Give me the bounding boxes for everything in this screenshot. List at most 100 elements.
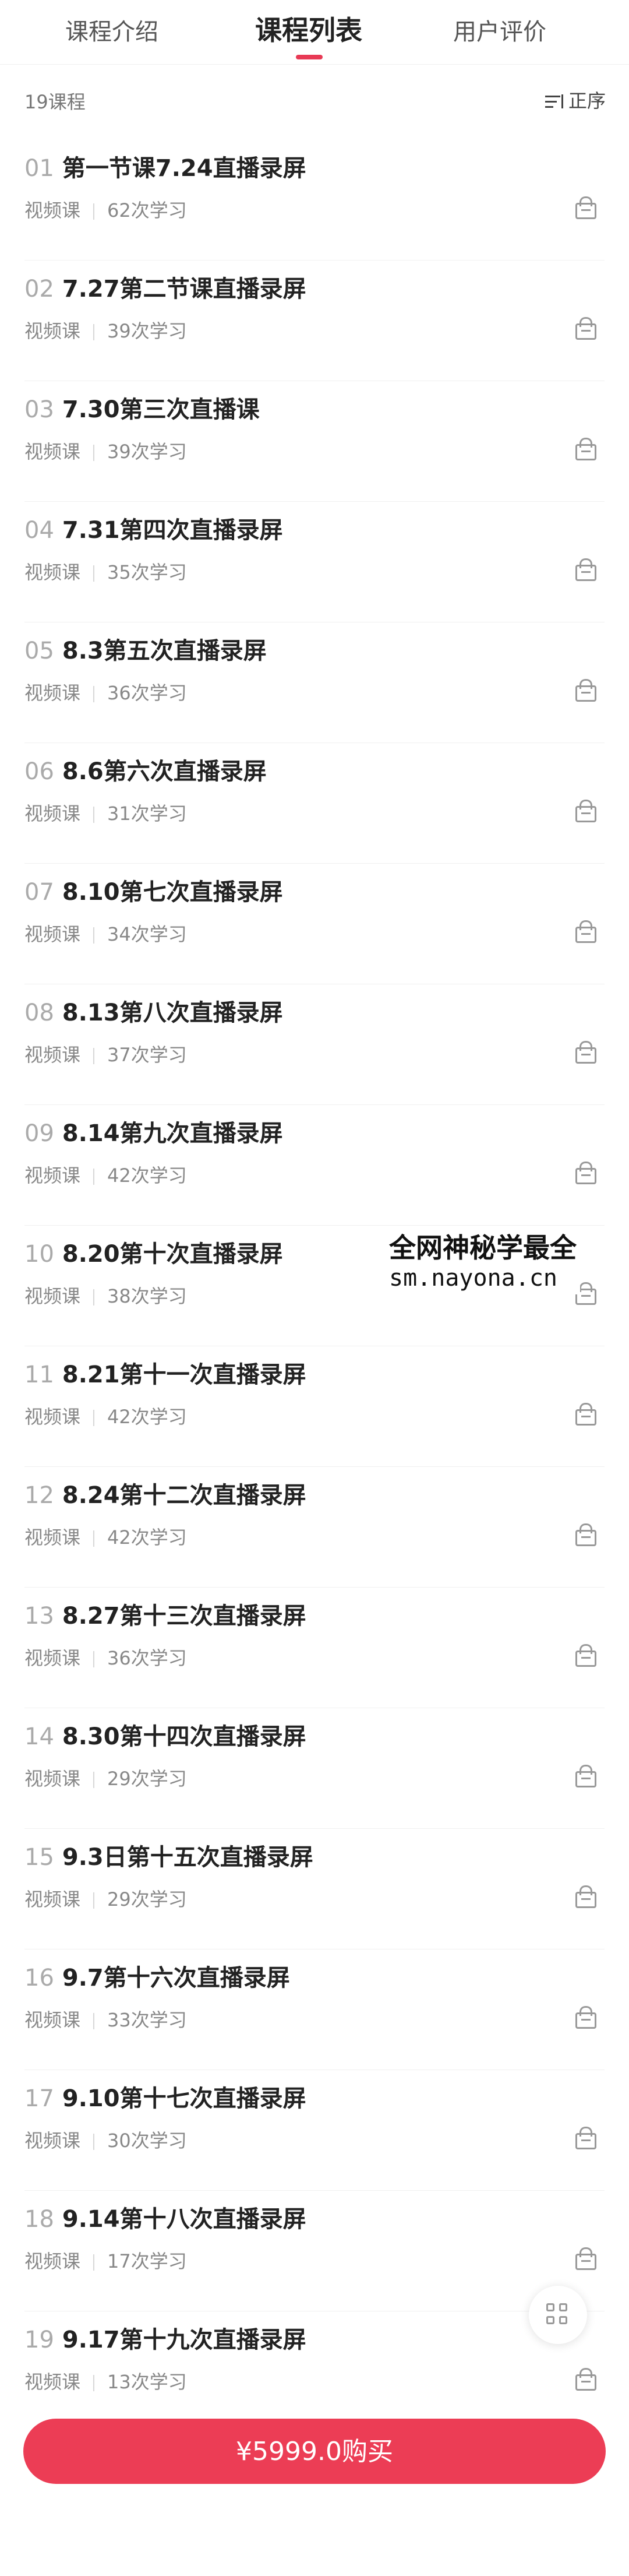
course-item[interactable]: 04 7.31第四次直播录屏视频课 35次学习	[24, 502, 605, 622]
course-meta: 视频课 36次学习	[24, 678, 187, 705]
course-title: 7.30第三次直播课	[62, 396, 260, 423]
course-views: 29次学习	[107, 1888, 187, 1910]
course-title: 8.10第七次直播录屏	[62, 879, 283, 906]
course-item[interactable]: 16 9.7第十六次直播录屏视频课 33次学习	[24, 1949, 605, 2070]
course-item[interactable]: 18 9.14第十八次直播录屏 视频课 17次学习	[24, 2191, 605, 2311]
course-views: 13次学习	[107, 2371, 187, 2393]
buy-button[interactable]: ¥5999.0购买	[23, 2419, 606, 2484]
course-type: 视频课	[24, 2371, 81, 2393]
catalog-float-button[interactable]	[529, 2286, 587, 2344]
course-views: 39次学习	[107, 320, 187, 342]
course-views: 36次学习	[107, 682, 187, 704]
course-type: 视频课	[24, 1164, 81, 1187]
lock-icon	[575, 558, 596, 581]
course-title: 8.20第十次直播录屏	[62, 1241, 283, 1268]
sort-button[interactable]: 正序	[545, 86, 606, 113]
course-item[interactable]: 17 9.10第十七次直播录屏视频课 30次学习	[24, 2070, 605, 2191]
sort-label: 正序	[568, 90, 606, 112]
course-title: 8.14第九次直播录屏	[62, 1120, 283, 1147]
course-title-line: 04 7.31第四次直播录屏	[24, 511, 283, 545]
course-type: 视频课	[24, 199, 81, 221]
lock-icon	[575, 2127, 596, 2149]
course-number: 15	[24, 1844, 54, 1871]
course-meta: 视频课 29次学习	[24, 1885, 187, 1912]
course-number: 19	[24, 2327, 54, 2353]
course-views: 29次学习	[107, 1768, 187, 1790]
lock-icon	[575, 1162, 596, 1184]
meta-divider	[93, 1772, 95, 1788]
course-item[interactable]: 05 8.3第五次直播录屏视频课 36次学习	[24, 622, 605, 743]
course-item[interactable]: 09 8.14第九次直播录屏 视频课 42次学习	[24, 1105, 605, 1226]
course-type: 视频课	[24, 1406, 81, 1428]
course-number: 03	[24, 396, 54, 423]
course-title-line: 17 9.10第十七次直播录屏	[24, 2079, 306, 2113]
course-meta: 视频课 38次学习	[24, 1282, 187, 1308]
course-item[interactable]: 07 8.10第七次直播录屏 视频课 34次学习	[24, 864, 605, 984]
course-type: 视频课	[24, 1888, 81, 1910]
course-item[interactable]: 15 9.3日第十五次直播录屏视频课 29次学习	[24, 1829, 605, 1949]
course-item[interactable]: 08 8.13第八次直播录屏 视频课 37次学习	[24, 984, 605, 1105]
course-meta: 视频课 30次学习	[24, 2126, 187, 2153]
course-title-line: 14 8.30第十四次直播录屏	[24, 1718, 306, 1751]
course-meta: 视频课 13次学习	[24, 2367, 187, 2394]
course-item[interactable]: 11 8.21第十一次直播录屏 视频课 42次学习	[24, 1346, 605, 1467]
course-views: 62次学习	[107, 199, 187, 221]
course-views: 36次学习	[107, 1647, 187, 1669]
course-title-line: 18 9.14第十八次直播录屏	[24, 2200, 306, 2234]
course-type: 视频课	[24, 561, 81, 583]
course-number: 02	[24, 276, 54, 302]
meta-divider	[93, 2013, 95, 2029]
course-number: 13	[24, 1603, 54, 1630]
course-title-line: 15 9.3日第十五次直播录屏	[24, 1838, 313, 1872]
course-views: 34次学习	[107, 923, 187, 945]
course-type: 视频课	[24, 441, 81, 463]
meta-divider	[93, 1410, 95, 1426]
course-meta: 视频课 31次学习	[24, 799, 187, 826]
sort-icon	[545, 93, 565, 111]
course-meta: 视频课 42次学习	[24, 1402, 187, 1429]
course-item[interactable]: 01 第一节课7.24直播录屏 视频课 62次学习	[24, 140, 605, 261]
course-number: 08	[24, 1000, 54, 1026]
course-item[interactable]: 03 7.30第三次直播课视频课 39次学习	[24, 381, 605, 502]
lock-icon	[575, 679, 596, 702]
course-title: 8.6第六次直播录屏	[62, 758, 267, 785]
course-title-line: 16 9.7第十六次直播录屏	[24, 1959, 290, 1993]
meta-divider	[93, 1169, 95, 1185]
course-item[interactable]: 12 8.24第十二次直播录屏 视频课 42次学习	[24, 1467, 605, 1588]
course-type: 视频课	[24, 803, 81, 825]
course-views: 39次学习	[107, 441, 187, 463]
tab-user-reviews[interactable]: 用户评价	[412, 13, 587, 47]
tab-course-intro[interactable]: 课程介绍	[24, 13, 199, 47]
course-title: 8.3第五次直播录屏	[62, 638, 267, 664]
course-title-line: 08 8.13第八次直播录屏	[24, 994, 283, 1027]
course-title-line: 07 8.10第七次直播录屏	[24, 873, 283, 907]
lock-icon	[575, 2368, 596, 2391]
course-number: 10	[24, 1241, 54, 1268]
course-meta: 视频课 33次学习	[24, 2005, 187, 2032]
course-title: 9.3日第十五次直播录屏	[62, 1844, 313, 1871]
course-item[interactable]: 06 8.6第六次直播录屏视频课 31次学习	[24, 743, 605, 864]
course-meta: 视频课 42次学习	[24, 1161, 187, 1188]
meta-divider	[93, 2254, 95, 2271]
course-item[interactable]: 02 7.27第二节课直播录屏 视频课 39次学习	[24, 261, 605, 381]
tab-course-list[interactable]: 课程列表	[221, 9, 396, 48]
course-number: 05	[24, 638, 54, 664]
course-number: 14	[24, 1723, 54, 1750]
course-views: 17次学习	[107, 2250, 187, 2272]
course-title: 8.24第十二次直播录屏	[62, 1482, 306, 1509]
course-views: 35次学习	[107, 561, 187, 583]
course-title-line: 13 8.27第十三次直播录屏	[24, 1597, 306, 1631]
meta-divider	[93, 2134, 95, 2150]
course-number: 16	[24, 1965, 54, 1991]
course-title: 7.27第二节课直播录屏	[62, 276, 306, 302]
watermark-line1: 全网神秘学最全	[389, 1232, 577, 1264]
lock-icon	[575, 1041, 596, 1064]
course-item[interactable]: 13 8.27第十三次直播录屏 视频课 36次学习	[24, 1588, 605, 1708]
course-item[interactable]: 14 8.30第十四次直播录屏 视频课 29次学习	[24, 1708, 605, 1829]
course-title-line: 05 8.3第五次直播录屏	[24, 632, 267, 666]
lock-icon	[575, 196, 596, 219]
course-number: 17	[24, 2085, 54, 2112]
course-number: 06	[24, 758, 54, 785]
course-meta: 视频课 42次学习	[24, 1523, 187, 1550]
course-type: 视频课	[24, 1285, 81, 1307]
